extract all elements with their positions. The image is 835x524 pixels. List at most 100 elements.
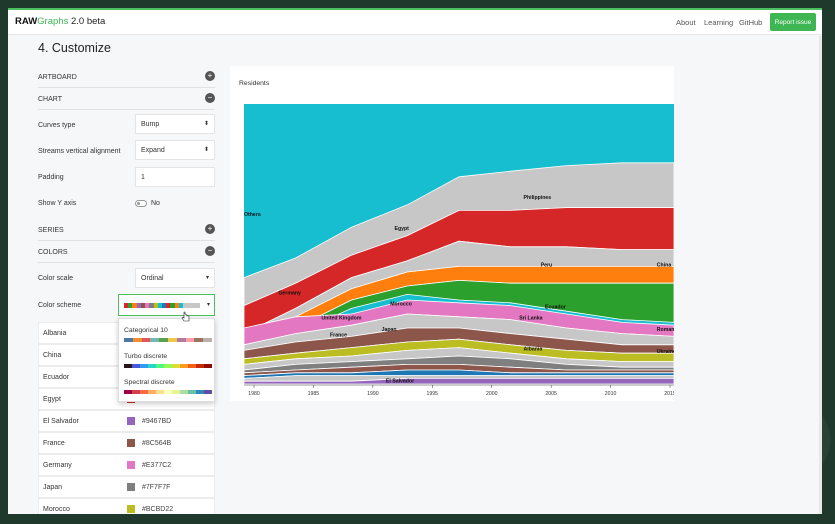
panel-chart-label: CHART	[38, 96, 62, 103]
updown-arrow-icon: ⬍	[203, 121, 209, 127]
color-scale-select[interactable]: Ordinal ▾	[135, 268, 215, 288]
scheme-color-chip	[180, 364, 188, 368]
section-title: 4. Customize	[38, 41, 111, 55]
streams-alignment-select[interactable]: Expand ⬍	[135, 140, 215, 160]
color-row[interactable]: France #8C564B	[38, 432, 215, 454]
color-row[interactable]: Morocco #BCBD22	[38, 498, 215, 514]
show-y-axis-value: No	[151, 200, 160, 207]
panel-colors-label: COLORS	[38, 249, 68, 256]
scheme-color-chip	[194, 338, 204, 342]
curves-type-select[interactable]: Bump ⬍	[135, 114, 215, 134]
panel-chart-header[interactable]: CHART −	[38, 88, 215, 110]
color-swatch[interactable]	[127, 483, 135, 491]
x-tick-label: 1985	[308, 391, 320, 397]
scheme-color-chip	[159, 338, 168, 342]
scheme-option-strip[interactable]	[124, 338, 212, 342]
scheme-color-chip	[188, 364, 196, 368]
scheme-color-chip	[204, 390, 212, 394]
series-name: Ecuador	[43, 374, 70, 381]
color-hex[interactable]: #BCBD22	[142, 506, 173, 513]
scheme-color-chip	[164, 390, 172, 394]
color-hex[interactable]: #E377C2	[142, 462, 171, 469]
color-scheme-dropdown: Categorical 10 Turbo discrete Spectral dis…	[118, 318, 215, 402]
color-swatch[interactable]	[127, 461, 135, 469]
scheme-color-chip	[203, 338, 212, 342]
nav-github[interactable]: GitHub	[739, 18, 762, 27]
color-swatch[interactable]	[127, 505, 135, 513]
series-name: France	[43, 440, 65, 447]
scheme-color-chip	[164, 364, 172, 368]
padding-value: 1	[141, 174, 145, 181]
padding-input[interactable]: 1	[135, 167, 215, 187]
report-issue-button[interactable]: Report issue	[770, 13, 816, 31]
show-y-axis-label: Show Y axis	[38, 200, 77, 207]
series-name: Albania	[43, 330, 67, 337]
stream-label: Romania	[657, 327, 674, 333]
app-window: RAWGraphs 2.0 beta About Learning GitHub…	[8, 8, 822, 514]
nav-learning[interactable]: Learning	[704, 18, 733, 27]
color-scheme-select[interactable]: ▾	[118, 294, 215, 316]
color-swatch[interactable]	[127, 417, 135, 425]
scheme-color-chip	[156, 364, 164, 368]
panel-series-header[interactable]: SERIES +	[38, 219, 215, 241]
scheme-color-chip	[188, 390, 196, 394]
panel-colors-header[interactable]: COLORS −	[38, 241, 215, 263]
series-name: El Salvador	[43, 418, 79, 425]
stream-label: France	[330, 332, 347, 338]
hand-cursor-icon	[181, 311, 190, 322]
color-row[interactable]: Japan #7F7F7F	[38, 476, 215, 498]
streamgraph: Others Egypt Philippines Germany Peru China Mo…	[243, 104, 674, 397]
scrollbar[interactable]	[819, 36, 822, 514]
collapse-icon[interactable]: −	[205, 246, 215, 256]
color-row[interactable]: El Salvador #9467BD	[38, 410, 215, 432]
scheme-color-chip	[196, 364, 204, 368]
color-scale-label: Color scale	[38, 275, 74, 282]
scheme-option[interactable]: Spectral discrete	[124, 379, 212, 386]
top-navbar: RAWGraphs 2.0 beta About Learning GitHub…	[8, 10, 822, 35]
scheme-color-chip	[172, 364, 180, 368]
stream-label: Germany	[278, 290, 301, 296]
color-hex[interactable]: #8C564B	[142, 440, 171, 447]
color-hex[interactable]: #7F7F7F	[142, 484, 170, 491]
scheme-color-chip	[124, 364, 132, 368]
nav-about[interactable]: About	[676, 18, 696, 27]
brand-logo[interactable]: RAWGraphs 2.0 beta	[15, 16, 105, 27]
scheme-option[interactable]: Turbo discrete	[124, 353, 212, 360]
color-scale-value: Ordinal	[141, 275, 164, 282]
scheme-color-chip	[180, 390, 188, 394]
collapse-icon[interactable]: −	[205, 93, 215, 103]
stream-label: Ukraine	[657, 349, 674, 355]
scheme-option[interactable]: Categorical 10	[124, 327, 212, 334]
streams-alignment-label: Streams vertical alignment	[38, 148, 121, 155]
scheme-option-strip[interactable]	[124, 364, 212, 368]
panel-series-label: SERIES	[38, 227, 64, 234]
x-tick-label: 2000	[486, 391, 498, 397]
scheme-color-chip	[140, 364, 148, 368]
series-name: Germany	[43, 462, 72, 469]
series-name: China	[43, 352, 62, 359]
stream-label: Albania	[524, 346, 543, 352]
scheme-color-chip	[148, 364, 156, 368]
stream-label: Others	[244, 212, 261, 218]
stream-label: China	[657, 262, 672, 268]
panel-artboard-header[interactable]: ARTBOARD +	[38, 66, 215, 88]
series-name: Egypt	[43, 396, 61, 403]
x-tick-label: 1995	[427, 391, 439, 397]
scheme-color-chip	[132, 390, 140, 394]
scheme-color-chip	[167, 338, 177, 342]
scheme-color-chip	[150, 338, 160, 342]
scheme-color-chip	[172, 390, 180, 394]
series-name: Japan	[43, 484, 63, 491]
scheme-color-chip	[132, 338, 142, 342]
scheme-color-chip	[124, 390, 132, 394]
scheme-color-chip	[132, 364, 140, 368]
expand-icon[interactable]: +	[205, 71, 215, 81]
show-y-axis-toggle[interactable]	[135, 200, 147, 207]
color-hex[interactable]: #9467BD	[142, 418, 171, 425]
color-row[interactable]: Germany #E377C2	[38, 454, 215, 476]
color-swatch[interactable]	[127, 439, 135, 447]
expand-icon[interactable]: +	[205, 224, 215, 234]
caret-down-icon: ▾	[205, 275, 209, 281]
scheme-option-strip[interactable]	[124, 390, 212, 394]
scheme-color-chip	[185, 338, 195, 342]
